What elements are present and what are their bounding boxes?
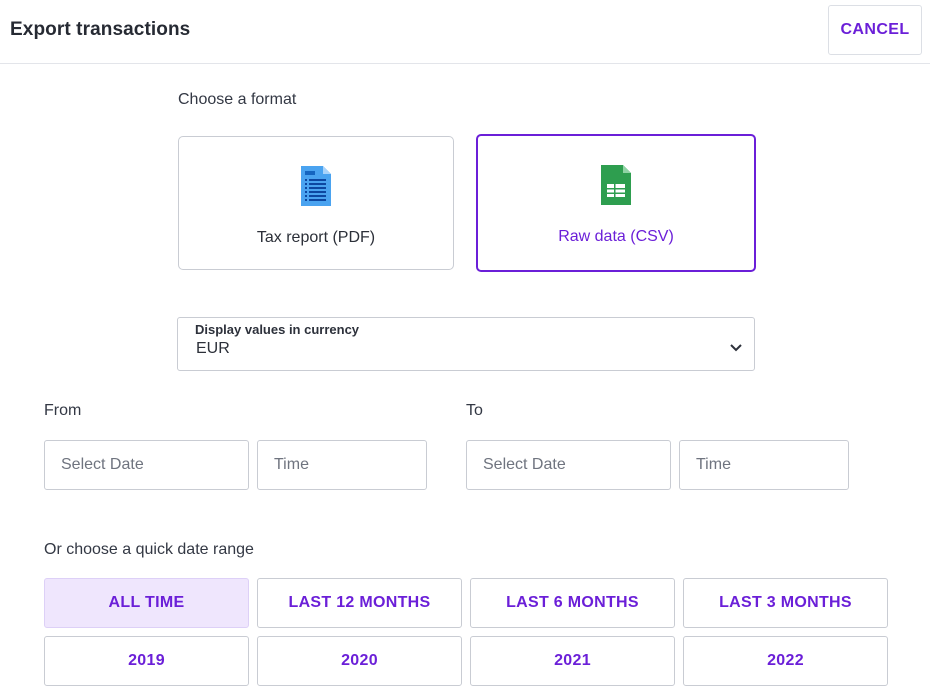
quick-range-heading: Or choose a quick date range [44, 541, 254, 558]
format-option-label: Tax report (PDF) [256, 229, 376, 246]
range-last-12-months-button[interactable]: LAST 12 MONTHS [257, 578, 462, 628]
to-label: To [466, 402, 483, 419]
chevron-down-icon [729, 340, 743, 358]
from-date-input[interactable] [44, 440, 249, 490]
to-time-input[interactable] [679, 440, 849, 490]
range-all-time-button[interactable]: ALL TIME [44, 578, 249, 628]
format-option-label: Raw data (CSV) [558, 228, 674, 245]
cancel-button[interactable]: CANCEL [828, 5, 922, 55]
range-2020-button[interactable]: 2020 [257, 636, 462, 686]
dialog-header: Export transactions CANCEL [0, 0, 930, 64]
from-label: From [44, 402, 82, 419]
currency-select-label: Display values in currency [195, 322, 360, 337]
range-last-6-months-button[interactable]: LAST 6 MONTHS [470, 578, 675, 628]
dialog-title: Export transactions [10, 19, 191, 40]
format-option-csv[interactable]: Raw data (CSV) [476, 134, 756, 272]
pdf-document-icon [299, 165, 333, 212]
currency-select[interactable]: Display values in currency EUR [177, 317, 755, 371]
to-date-input[interactable] [466, 440, 671, 490]
format-heading: Choose a format [178, 91, 297, 108]
range-last-3-months-button[interactable]: LAST 3 MONTHS [683, 578, 888, 628]
range-2021-button[interactable]: 2021 [470, 636, 675, 686]
range-2022-button[interactable]: 2022 [683, 636, 888, 686]
format-option-pdf[interactable]: Tax report (PDF) [178, 136, 454, 270]
spreadsheet-icon [599, 164, 633, 211]
from-time-input[interactable] [257, 440, 427, 490]
currency-select-value: EUR [196, 340, 230, 357]
range-2019-button[interactable]: 2019 [44, 636, 249, 686]
